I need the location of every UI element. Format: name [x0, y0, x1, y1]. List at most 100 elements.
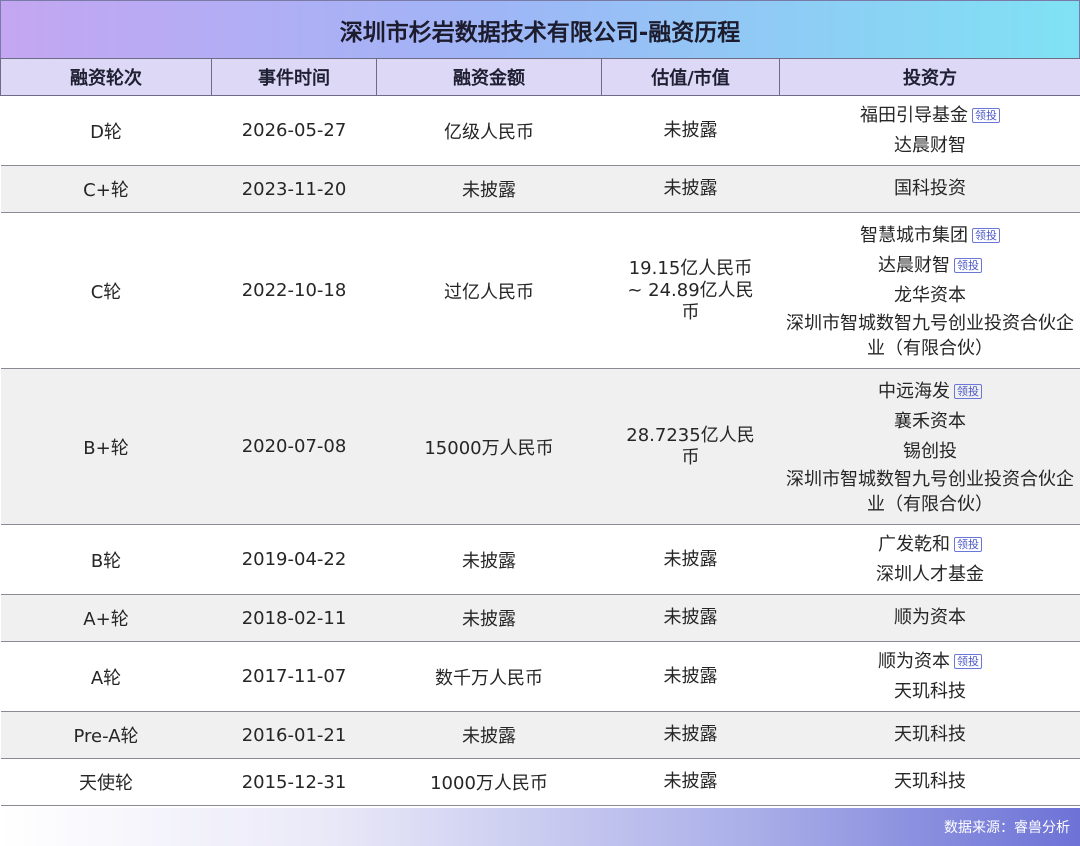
investor-name: 天玑科技: [894, 771, 966, 792]
investor-item[interactable]: 天玑科技: [784, 677, 1077, 707]
investor-item[interactable]: 达晨财智 领投: [784, 251, 1077, 281]
table-row: 天使轮 2015-12-31 1000万人民币 未披露 天玑科技: [0, 758, 1080, 806]
lead-investor-badge: 领投: [954, 536, 982, 552]
investor-name: 达晨财智: [894, 134, 966, 156]
header-date: 事件时间: [211, 58, 377, 96]
round-cell: A+轮: [0, 594, 212, 642]
table-row: B+轮 2020-07-08 15000万人民币 28.7235亿人民币 中远海发 领投襄…: [0, 368, 1080, 525]
table-row: D轮 2026-05-27 亿级人民币 未披露 福田引导基金 领投 达晨财智: [0, 95, 1080, 166]
amount-cell: 15000万人民币: [376, 368, 602, 525]
valuation-cell: 28.7235亿人民币: [601, 368, 780, 525]
investor-name: 龙华资本: [894, 284, 966, 306]
investor-item[interactable]: 达晨财智: [784, 131, 1077, 161]
investors-cell: 广发乾和 领投深圳人才基金: [779, 524, 1080, 595]
data-source-footer: 数据来源：睿兽分析: [0, 808, 1080, 846]
valuation-cell: 未披露: [601, 641, 780, 712]
investor-name: 襄禾资本: [894, 410, 966, 432]
investor-name: 达晨财智: [878, 254, 950, 276]
lead-investor-badge: 领投: [972, 227, 1000, 243]
financing-history-card: 深圳市杉岩数据技术有限公司-融资历程 融资轮次 事件时间 融资金额 估值/市值 …: [0, 0, 1080, 846]
valuation-cell: 未披露: [601, 594, 780, 642]
investor-item[interactable]: 智慧城市集团 领投: [784, 221, 1077, 251]
table-row: Pre-A轮 2016-01-21 未披露 未披露 天玑科技: [0, 711, 1080, 759]
round-cell: A轮: [0, 641, 212, 712]
round-cell: 天使轮: [0, 758, 212, 806]
lead-investor-badge: 领投: [954, 257, 982, 273]
investor-item[interactable]: 深圳人才基金: [784, 560, 1077, 590]
date-cell: 2026-05-27: [211, 95, 377, 166]
financing-table: 融资轮次 事件时间 融资金额 估值/市值 投资方 D轮 2026-05-27 亿级人…: [0, 58, 1080, 806]
header-amount: 融资金额: [376, 58, 602, 96]
lead-investor-badge: 领投: [954, 383, 982, 399]
investor-item[interactable]: 顺为资本: [784, 603, 1077, 633]
header-round: 融资轮次: [0, 58, 212, 96]
investor-name: 深圳人才基金: [876, 563, 984, 585]
amount-cell: 1000万人民币: [376, 758, 602, 806]
investor-name: 锡创投: [903, 440, 957, 462]
investor-name: 福田引导基金: [860, 104, 968, 126]
date-cell: 2020-07-08: [211, 368, 377, 525]
investor-item[interactable]: 福田引导基金 领投: [784, 101, 1077, 131]
investor-item[interactable]: 顺为资本 领投: [784, 647, 1077, 677]
round-cell: C+轮: [0, 165, 212, 213]
investors-cell: 中远海发 领投襄禾资本锡创投深圳市智城数智九号创业投资合伙企业（有限合伙）: [779, 368, 1080, 525]
amount-cell: 未披露: [376, 711, 602, 759]
investor-name: 广发乾和: [878, 533, 950, 555]
date-cell: 2022-10-18: [211, 212, 377, 369]
investor-item[interactable]: 中远海发 领投: [784, 377, 1077, 407]
table-row: B轮 2019-04-22 未披露 未披露 广发乾和 领投 深圳人才基金: [0, 524, 1080, 595]
header-valuation: 估值/市值: [601, 58, 780, 96]
round-cell: B轮: [0, 524, 212, 595]
date-cell: 2015-12-31: [211, 758, 377, 806]
table-row: C+轮 2023-11-20 未披露 未披露 国科投资: [0, 165, 1080, 213]
investor-name: 智慧城市集团: [860, 224, 968, 246]
date-cell: 2017-11-07: [211, 641, 377, 712]
valuation-cell: 未披露: [601, 711, 780, 759]
amount-cell: 过亿人民币: [376, 212, 602, 369]
investor-name: 国科投资: [894, 178, 966, 199]
investors-cell: 天玑科技: [779, 758, 1080, 806]
table-row: C轮 2022-10-18 过亿人民币 19.15亿人民币 ~ 24.89亿人民币 智慧…: [0, 212, 1080, 369]
investor-item[interactable]: 天玑科技: [784, 720, 1077, 750]
round-cell: B+轮: [0, 368, 212, 525]
investor-name: 深圳市智城数智九号创业投资合伙企业（有限合伙）: [786, 312, 1074, 359]
round-cell: C轮: [0, 212, 212, 369]
investors-cell: 国科投资: [779, 165, 1080, 213]
investor-item[interactable]: 天玑科技: [784, 767, 1077, 797]
header-investors: 投资方: [779, 58, 1080, 96]
investor-name: 天玑科技: [894, 680, 966, 702]
table-row: A轮 2017-11-07 数千万人民币 未披露 顺为资本 领投 天玑科技: [0, 641, 1080, 712]
investor-name: 顺为资本: [878, 650, 950, 672]
valuation-cell: 未披露: [601, 758, 780, 806]
amount-cell: 未披露: [376, 594, 602, 642]
amount-cell: 亿级人民币: [376, 95, 602, 166]
lead-investor-badge: 领投: [954, 653, 982, 669]
round-cell: Pre-A轮: [0, 711, 212, 759]
investor-item[interactable]: 广发乾和 领投: [784, 530, 1077, 560]
investor-name: 深圳市智城数智九号创业投资合伙企业（有限合伙）: [786, 468, 1074, 515]
table-header-row: 融资轮次 事件时间 融资金额 估值/市值 投资方: [0, 58, 1080, 96]
investors-cell: 智慧城市集团 领投 达晨财智 领投 龙华资本 深圳市智城数智九号创业投资合伙企业（有限合伙…: [779, 212, 1080, 369]
round-cell: D轮: [0, 95, 212, 166]
page-title: 深圳市杉岩数据技术有限公司-融资历程: [0, 0, 1080, 58]
amount-cell: 未披露: [376, 165, 602, 213]
investors-cell: 天玑科技: [779, 711, 1080, 759]
date-cell: 2018-02-11: [211, 594, 377, 642]
lead-investor-badge: 领投: [972, 107, 1000, 123]
investor-name: 中远海发: [878, 380, 950, 402]
investor-item[interactable]: 锡创投: [784, 437, 1077, 467]
valuation-cell: 19.15亿人民币 ~ 24.89亿人民币: [601, 212, 780, 369]
investor-item[interactable]: 深圳市智城数智九号创业投资合伙企业（有限合伙）: [784, 311, 1077, 361]
investor-item[interactable]: 襄禾资本: [784, 407, 1077, 437]
amount-cell: 未披露: [376, 524, 602, 595]
investor-item[interactable]: 国科投资: [784, 174, 1077, 204]
investors-cell: 顺为资本: [779, 594, 1080, 642]
table-row: A+轮 2018-02-11 未披露 未披露 顺为资本: [0, 594, 1080, 642]
date-cell: 2023-11-20: [211, 165, 377, 213]
date-cell: 2019-04-22: [211, 524, 377, 595]
investor-item[interactable]: 龙华资本: [784, 281, 1077, 311]
table-body: D轮 2026-05-27 亿级人民币 未披露 福田引导基金 领投 达晨财智 C+轮 2023-…: [0, 95, 1080, 806]
investor-item[interactable]: 深圳市智城数智九号创业投资合伙企业（有限合伙）: [784, 467, 1077, 517]
investor-name: 顺为资本: [894, 607, 966, 628]
valuation-cell: 未披露: [601, 95, 780, 166]
